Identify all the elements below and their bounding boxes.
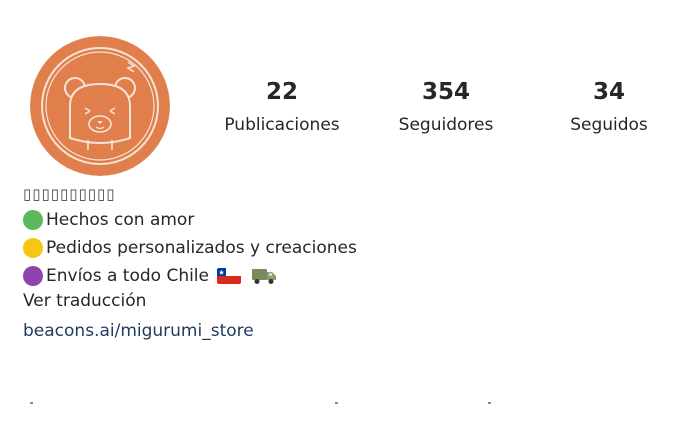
followers-count: 354 [421, 79, 470, 105]
green-circle-icon [23, 210, 43, 230]
followers-label: Seguidores [398, 115, 494, 135]
bio-line-2-text: Pedidos personalizados y creaciones [46, 238, 357, 258]
posts-count: 22 [265, 79, 298, 105]
following-count: 34 [592, 79, 625, 105]
profile-bio: ▯▯▯▯▯▯▯▯▯▯ Hechos con amor Pedidos perso… [23, 184, 663, 342]
bio-website-link[interactable]: beacons.ai/migurumi_store [23, 320, 663, 342]
bear-logo-icon [30, 36, 170, 176]
profile-header: 22 Publicaciones 354 Seguidores 34 Segui… [0, 0, 691, 433]
profile-name: ▯▯▯▯▯▯▯▯▯▯ [23, 185, 116, 203]
bio-line-1: Hechos con amor [23, 206, 663, 234]
posts-stat[interactable]: 22 Publicaciones [207, 78, 357, 136]
following-label: Seguidos [570, 115, 648, 135]
purple-circle-icon [23, 266, 43, 286]
following-stat[interactable]: 34 Seguidos [534, 78, 684, 136]
chile-flag-icon [217, 268, 241, 284]
bio-line-3-text: Envíos a todo Chile [46, 266, 209, 286]
bio-line-2: Pedidos personalizados y creaciones [23, 234, 663, 262]
see-translation-link[interactable]: Ver traducción [23, 290, 663, 318]
divider [0, 402, 691, 406]
followers-stat[interactable]: 354 Seguidores [371, 78, 521, 136]
bio-line-1-text: Hechos con amor [46, 210, 195, 230]
bio-line-3: Envíos a todo Chile [23, 262, 663, 290]
delivery-truck-icon [251, 267, 277, 285]
profile-avatar[interactable] [30, 36, 170, 176]
posts-label: Publicaciones [224, 115, 340, 135]
yellow-circle-icon [23, 238, 43, 258]
